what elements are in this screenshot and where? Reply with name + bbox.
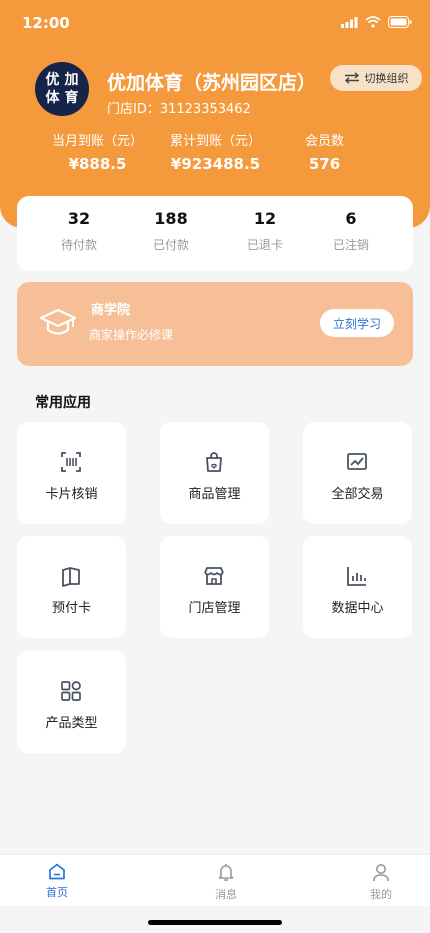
store-id: 门店ID：31123353462 (107, 102, 251, 117)
bottom-tab-bar: 首页 消息 我的 (0, 854, 430, 906)
tab-home[interactable]: 首页 (27, 863, 87, 900)
app-card-store[interactable]: 门店管理 (160, 536, 269, 638)
metric-total: 累计到账（元） ¥923488.5 (170, 130, 261, 173)
stat-number: 6 (345, 209, 357, 228)
metric-label: 当月到账（元） (52, 134, 144, 149)
app-label: 卡片核销 (45, 487, 98, 502)
app-card-data-center[interactable]: 数据中心 (303, 536, 412, 638)
app-label: 数据中心 (331, 601, 384, 616)
wifi-icon (365, 16, 381, 28)
metric-value: ¥888.5 (68, 155, 127, 173)
graduation-cap-icon (39, 308, 77, 335)
grid-icon (61, 681, 81, 701)
logo-char: 加 (64, 72, 79, 88)
store-icon (204, 567, 224, 585)
app-card-transactions[interactable]: 全部交易 (303, 422, 412, 524)
app-label: 产品类型 (45, 716, 98, 731)
metric-value: 576 (308, 155, 341, 173)
stat-label: 已付款 (152, 238, 189, 252)
store-logo: 优 加 体 育 (35, 62, 89, 116)
business-school-banner[interactable]: 商学院 商家操作必修课 立刻学习 (17, 282, 413, 366)
bar-chart-icon (347, 567, 366, 586)
stat-pending[interactable]: 32 待付款 (34, 209, 124, 253)
metric-label: 会员数 (305, 134, 345, 149)
stat-cancelled[interactable]: 6 已注销 (306, 209, 396, 253)
tab-label: 首页 (46, 886, 68, 899)
tab-messages[interactable]: 消息 (196, 863, 256, 902)
learn-now-button[interactable]: 立刻学习 (320, 309, 394, 337)
logo-char: 优 (45, 72, 60, 88)
metric-value: ¥923488.5 (170, 155, 261, 173)
battery-icon (388, 16, 412, 28)
logo-char: 体 (45, 90, 60, 106)
apps-section-title: 常用应用 (35, 395, 91, 411)
app-label: 门店管理 (188, 601, 241, 616)
logo-char: 育 (64, 90, 79, 106)
tab-label: 消息 (215, 888, 237, 901)
app-label: 商品管理 (188, 487, 241, 502)
app-card-goods[interactable]: 商品管理 (160, 422, 269, 524)
home-indicator (148, 920, 282, 925)
tab-profile[interactable]: 我的 (351, 863, 411, 902)
bell-icon (218, 864, 234, 881)
home-icon (49, 863, 65, 880)
trend-chart-icon (347, 453, 367, 470)
scan-icon (61, 452, 81, 472)
store-name: 优加体育（苏州园区店） (107, 72, 317, 94)
stat-label: 已退卡 (246, 238, 283, 252)
order-stats-card: 32 待付款 188 已付款 12 已退卡 6 已注销 (17, 196, 413, 271)
metric-members: 会员数 576 (305, 130, 344, 173)
stat-number: 12 (253, 209, 277, 228)
app-card-product-types[interactable]: 产品类型 (17, 651, 126, 753)
banner-title: 商学院 (91, 303, 131, 318)
status-time: 12:00 (22, 14, 70, 32)
user-icon (373, 864, 389, 882)
stat-number: 188 (154, 209, 188, 228)
stat-label: 已注销 (332, 238, 369, 252)
app-label: 预付卡 (51, 601, 91, 616)
stat-label: 待付款 (60, 238, 97, 252)
tab-label: 我的 (370, 888, 392, 901)
app-card-prepaid[interactable]: 预付卡 (17, 536, 126, 638)
signal-icon (341, 16, 358, 28)
card-icon (62, 567, 80, 587)
app-label: 全部交易 (331, 487, 384, 502)
switch-org-label: 切换组织 (364, 72, 409, 85)
status-icons (341, 16, 412, 28)
metric-monthly: 当月到账（元） ¥888.5 (52, 130, 143, 173)
switch-org-button[interactable]: 切换组织 (330, 65, 422, 91)
app-card-verify[interactable]: 卡片核销 (17, 422, 126, 524)
swap-icon (344, 72, 359, 84)
shopping-bag-icon (206, 452, 222, 472)
metric-label: 累计到账（元） (170, 134, 262, 149)
status-bar: 12:00 (0, 0, 430, 46)
banner-subtitle: 商家操作必修课 (89, 328, 174, 342)
stat-number: 32 (67, 209, 91, 228)
stat-paid[interactable]: 188 已付款 (126, 209, 216, 253)
stat-refunded[interactable]: 12 已退卡 (220, 209, 310, 253)
